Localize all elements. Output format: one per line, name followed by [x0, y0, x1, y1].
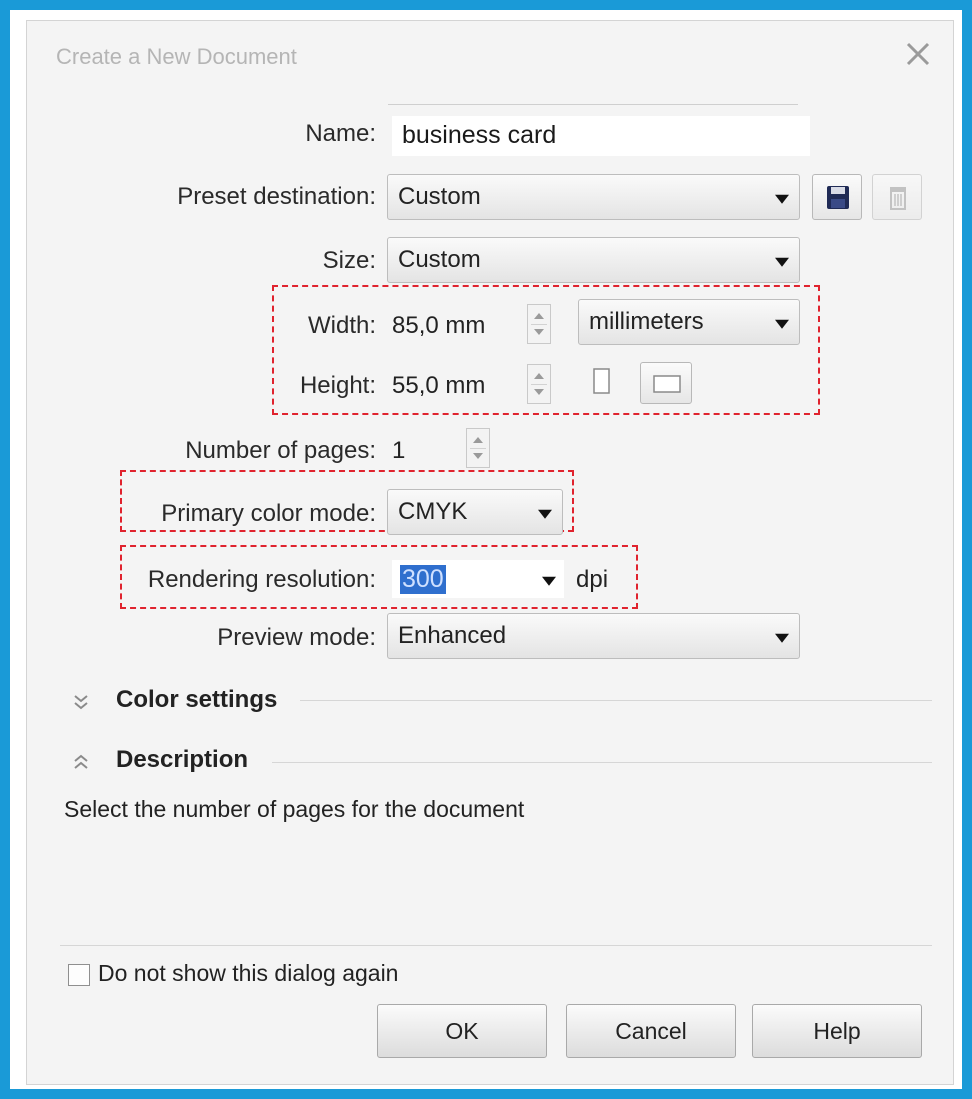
resolution-value: 300	[400, 565, 446, 594]
spin-down-icon	[534, 329, 544, 335]
divider	[60, 945, 932, 946]
description-toggle[interactable]: Description	[66, 746, 366, 780]
divider	[388, 104, 798, 105]
preview-mode-value: Enhanced	[398, 622, 507, 649]
name-value: business card	[402, 121, 557, 149]
dialog-title: Create a New Document	[56, 44, 297, 69]
divider	[300, 700, 932, 701]
width-spinner[interactable]	[527, 304, 551, 344]
spin-down-icon	[473, 453, 483, 459]
description-text: Select the number of pages for the docum…	[64, 796, 525, 822]
expand-chevrons-icon	[74, 695, 88, 710]
units-dropdown[interactable]: millimeters	[578, 299, 800, 345]
color-mode-dropdown[interactable]: CMYK	[387, 489, 563, 535]
resolution-combobox[interactable]: 300	[392, 560, 564, 598]
resolution-unit: dpi	[576, 566, 609, 593]
spin-up-icon	[534, 373, 544, 379]
preset-destination-value: Custom	[398, 183, 481, 210]
color-settings-toggle[interactable]: Color settings	[66, 686, 366, 720]
trash-icon	[890, 187, 906, 210]
landscape-button[interactable]	[640, 362, 692, 404]
color-settings-heading: Color settings	[116, 686, 278, 713]
preset-destination-dropdown[interactable]: Custom	[387, 174, 800, 220]
dont-show-again-label: Do not show this dialog again	[98, 960, 399, 986]
width-label: Width:	[307, 312, 376, 339]
chevron-down-icon	[775, 194, 789, 204]
height-label: Height:	[299, 372, 376, 399]
height-input[interactable]: 55,0 mm	[392, 372, 485, 400]
spin-up-icon	[534, 313, 544, 319]
name-label: Name:	[305, 120, 376, 147]
width-input[interactable]: 85,0 mm	[392, 312, 485, 340]
chevron-down-icon	[542, 576, 556, 586]
preview-mode-dropdown[interactable]: Enhanced	[387, 613, 800, 659]
cancel-button[interactable]: Cancel	[566, 1004, 736, 1058]
pages-spinner[interactable]	[466, 428, 490, 468]
preset-destination-label: Preset destination:	[177, 183, 376, 210]
color-mode-value: CMYK	[398, 498, 468, 525]
divider	[272, 762, 932, 763]
chevron-down-icon	[775, 633, 789, 643]
spin-down-icon	[534, 389, 544, 395]
size-label: Size:	[322, 247, 376, 274]
save-preset-button[interactable]	[812, 174, 862, 220]
pages-label: Number of pages:	[185, 437, 376, 464]
landscape-orientation-icon	[653, 375, 681, 393]
size-value: Custom	[398, 246, 481, 273]
name-input[interactable]: business card	[392, 116, 810, 156]
units-value: millimeters	[589, 308, 704, 335]
collapse-chevrons-icon	[74, 754, 88, 769]
chevron-down-icon	[775, 257, 789, 267]
chevron-down-icon	[538, 509, 552, 519]
preview-mode-label: Preview mode:	[217, 624, 376, 651]
dont-show-again-checkbox[interactable]	[68, 964, 90, 986]
size-dropdown[interactable]: Custom	[387, 237, 800, 283]
spin-up-icon	[473, 437, 483, 443]
chevron-down-icon	[775, 319, 789, 329]
delete-preset-button[interactable]	[872, 174, 922, 220]
color-mode-label: Primary color mode:	[161, 500, 376, 527]
portrait-orientation-icon	[593, 368, 610, 394]
height-spinner[interactable]	[527, 364, 551, 404]
floppy-disk-icon	[827, 186, 849, 209]
description-heading: Description	[116, 746, 249, 773]
close-icon[interactable]	[900, 36, 936, 72]
resolution-label: Rendering resolution:	[147, 566, 376, 593]
pages-input[interactable]: 1	[392, 437, 405, 465]
help-button[interactable]: Help	[752, 1004, 922, 1058]
portrait-button[interactable]	[584, 361, 620, 401]
ok-button[interactable]: OK	[377, 1004, 547, 1058]
